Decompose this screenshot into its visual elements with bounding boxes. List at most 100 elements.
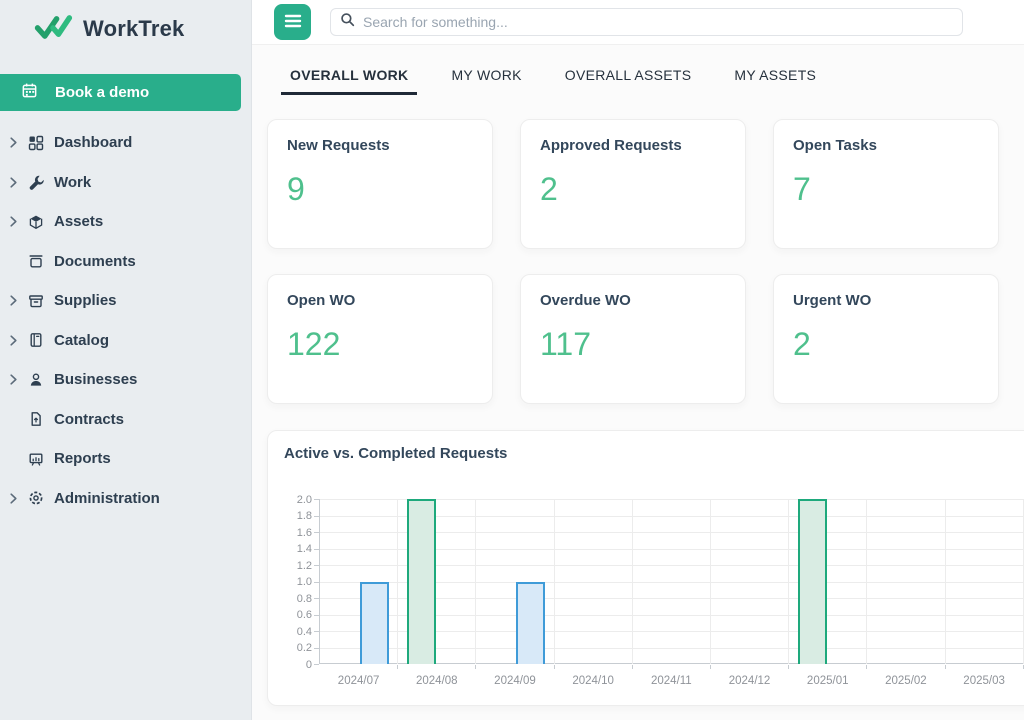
main-area: OVERALL WORK MY WORK OVERALL ASSETS MY ASSE… bbox=[252, 0, 1024, 720]
tab-overall-assets[interactable]: OVERALL ASSETS bbox=[556, 61, 701, 95]
stat-card-open-wo[interactable]: Open WO 122 bbox=[267, 274, 493, 404]
sidebar-item-contracts[interactable]: Contracts bbox=[0, 400, 251, 440]
x-axis-label: 2024/10 bbox=[555, 675, 632, 687]
sidebar-item-reports[interactable]: Reports bbox=[0, 439, 251, 479]
search-input[interactable] bbox=[363, 14, 953, 30]
chevron-right-icon bbox=[10, 374, 28, 385]
stat-card-value: 122 bbox=[287, 326, 473, 363]
sidebar-item-label: Catalog bbox=[54, 332, 109, 349]
chart-column-2025/01: 2025/01 bbox=[789, 499, 867, 664]
topbar bbox=[252, 0, 1024, 45]
sidebar-item-label: Administration bbox=[54, 490, 160, 507]
y-axis-tick bbox=[314, 664, 319, 665]
sidebar-item-label: Businesses bbox=[54, 371, 137, 388]
sidebar-item-supplies[interactable]: Supplies bbox=[0, 281, 251, 321]
worktrek-logo[interactable]: WorkTrek bbox=[0, 0, 251, 58]
x-axis-label: 2024/11 bbox=[633, 675, 710, 687]
chart-column-2024/11: 2024/11 bbox=[633, 499, 711, 664]
bar-active-2024/09 bbox=[516, 582, 545, 665]
chart-column-2024/08: 2024/08 bbox=[398, 499, 476, 664]
menu-toggle-button[interactable] bbox=[274, 4, 311, 40]
sidebar-item-documents[interactable]: Documents bbox=[0, 242, 251, 282]
chart-column-2024/10: 2024/10 bbox=[555, 499, 633, 664]
tab-my-work[interactable]: MY WORK bbox=[442, 61, 530, 95]
content: OVERALL WORK MY WORK OVERALL ASSETS MY ASSE… bbox=[252, 45, 1024, 706]
sidebar-item-dashboard[interactable]: Dashboard bbox=[0, 123, 251, 163]
x-axis-label: 2025/01 bbox=[789, 675, 866, 687]
sidebar-item-administration[interactable]: Administration bbox=[0, 479, 251, 519]
chart-column-2024/12: 2024/12 bbox=[711, 499, 789, 664]
sidebar-item-label: Work bbox=[54, 174, 91, 191]
app-window: WorkTrek Book a demo Dashboard Work Assets… bbox=[0, 0, 1024, 720]
sidebar: WorkTrek Book a demo Dashboard Work Assets… bbox=[0, 0, 252, 720]
stat-card-approved-requests[interactable]: Approved Requests 2 bbox=[520, 119, 746, 249]
stat-card-title: Open Tasks bbox=[793, 137, 979, 154]
sidebar-item-businesses[interactable]: Businesses bbox=[0, 360, 251, 400]
sidebar-item-catalog[interactable]: Catalog bbox=[0, 321, 251, 361]
chevron-right-icon bbox=[10, 177, 28, 188]
calendar-icon bbox=[21, 82, 38, 104]
stat-card-value: 9 bbox=[287, 171, 473, 208]
archive-icon bbox=[28, 293, 44, 309]
book-a-demo-button[interactable]: Book a demo bbox=[0, 74, 241, 111]
y-axis-label: 1.8 bbox=[268, 510, 312, 522]
sidebar-item-label: Assets bbox=[54, 213, 103, 230]
stat-card-value: 117 bbox=[540, 326, 726, 363]
tab-my-assets[interactable]: MY ASSETS bbox=[725, 61, 825, 95]
sidebar-item-assets[interactable]: Assets bbox=[0, 202, 251, 242]
worktrek-logo-icon bbox=[33, 13, 73, 46]
stat-card-title: Open WO bbox=[287, 292, 473, 309]
y-axis-label: 1.4 bbox=[268, 543, 312, 555]
sidebar-item-label: Dashboard bbox=[54, 134, 132, 151]
book-a-demo-label: Book a demo bbox=[55, 84, 149, 101]
stat-card-title: Overdue WO bbox=[540, 292, 726, 309]
stat-card-value: 7 bbox=[793, 171, 979, 208]
stat-card-overdue-wo[interactable]: Overdue WO 117 bbox=[520, 274, 746, 404]
chevron-right-icon bbox=[10, 493, 28, 504]
hamburger-icon bbox=[284, 13, 302, 32]
y-axis-label: 0 bbox=[268, 659, 312, 671]
chart-column-2025/03: 2025/03 bbox=[946, 499, 1024, 664]
y-axis-label: 1.0 bbox=[268, 576, 312, 588]
stat-card-title: New Requests bbox=[287, 137, 473, 154]
stat-cards-row-2: Open WO 122 Overdue WO 117 Urgent WO2 bbox=[267, 274, 1024, 404]
dashboard-icon bbox=[28, 135, 44, 151]
sidebar-item-label: Reports bbox=[54, 450, 111, 467]
sidebar-item-label: Contracts bbox=[54, 411, 124, 428]
y-axis-label: 0.8 bbox=[268, 593, 312, 605]
person-icon bbox=[28, 372, 44, 388]
sidebar-item-label: Supplies bbox=[54, 292, 117, 309]
search-icon bbox=[340, 12, 355, 32]
report-icon bbox=[28, 451, 44, 467]
bar-completed-2025/01 bbox=[798, 499, 827, 664]
bar-completed-2024/08 bbox=[407, 499, 436, 664]
contract-icon bbox=[28, 411, 44, 427]
stat-cards-row-1: New Requests 9 Approved Requests 2 Open Task… bbox=[267, 119, 1024, 249]
chevron-right-icon bbox=[10, 295, 28, 306]
y-axis-label: 0.4 bbox=[268, 626, 312, 638]
x-axis-label: 2024/12 bbox=[711, 675, 788, 687]
y-axis-label: 1.2 bbox=[268, 560, 312, 572]
stat-card-title: Urgent WO bbox=[793, 292, 979, 309]
chart-title: Active vs. Completed Requests bbox=[284, 445, 507, 462]
chart-plot-area: 2024/072024/082024/092024/102024/112024/… bbox=[319, 499, 1024, 664]
stat-card-urgent-wo[interactable]: Urgent WO2 bbox=[773, 274, 999, 404]
worktrek-logo-text: WorkTrek bbox=[83, 16, 184, 42]
x-axis-label: 2024/09 bbox=[476, 675, 553, 687]
cube-icon bbox=[28, 214, 44, 230]
tab-overall-work[interactable]: OVERALL WORK bbox=[281, 61, 417, 95]
sidebar-item-work[interactable]: Work bbox=[0, 163, 251, 203]
x-axis-label: 2025/02 bbox=[867, 675, 944, 687]
tray-icon bbox=[28, 253, 44, 269]
stat-card-new-requests[interactable]: New Requests 9 bbox=[267, 119, 493, 249]
x-axis-label: 2024/07 bbox=[320, 675, 397, 687]
sidebar-nav: Dashboard Work Assets Documents Supplies Cata… bbox=[0, 111, 251, 518]
x-axis-label: 2025/03 bbox=[946, 675, 1023, 687]
y-axis-label: 2.0 bbox=[268, 494, 312, 506]
chevron-right-icon bbox=[10, 137, 28, 148]
stat-card-value: 2 bbox=[540, 171, 726, 208]
stat-card-title: Approved Requests bbox=[540, 137, 726, 154]
y-axis-label: 0.2 bbox=[268, 642, 312, 654]
stat-card-open-tasks[interactable]: Open Tasks 7 bbox=[773, 119, 999, 249]
sidebar-item-label: Documents bbox=[54, 253, 136, 270]
